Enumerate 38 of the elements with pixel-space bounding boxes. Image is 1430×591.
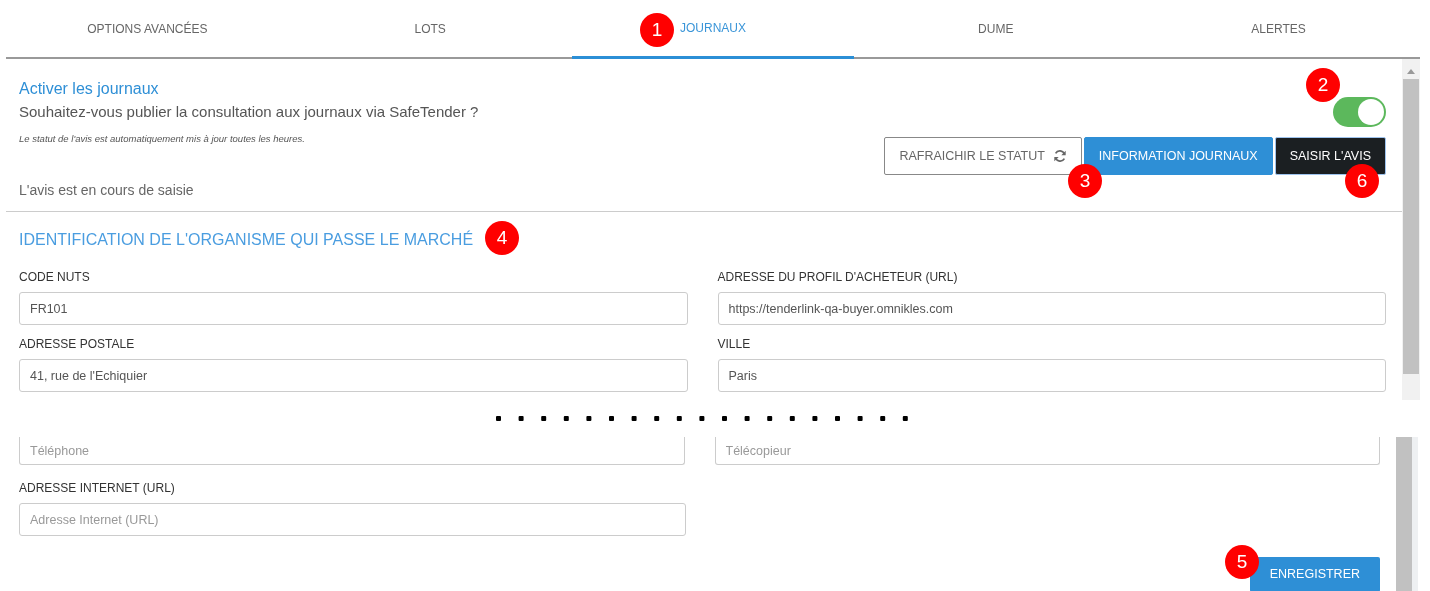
callout-badge: 5: [1225, 545, 1259, 579]
refresh-button[interactable]: RAFRAICHIR LE STATUT: [884, 137, 1082, 175]
input-field[interactable]: Adresse Internet (URL): [19, 503, 686, 536]
field-label: VILLE: [717, 336, 752, 353]
section-heading: Activer les journaux: [19, 79, 160, 99]
field-label: ADRESSE POSTALE: [19, 336, 136, 353]
tab[interactable]: LOTS: [288, 0, 572, 59]
callout-badge: 6: [1345, 164, 1379, 198]
field-label: ADRESSE INTERNET (URL): [19, 480, 176, 497]
refresh-icon: [1052, 149, 1067, 163]
scroll-up-icon[interactable]: [1406, 67, 1416, 75]
note-text: Le statut de l'avis est automatiquement mis à jour toutes les heures.: [19, 131, 306, 146]
scrollbar[interactable]: [1396, 437, 1418, 591]
info-button[interactable]: INFORMATION JOURNAUX: [1083, 137, 1273, 175]
input-field[interactable]: Télécopieur: [714, 437, 1380, 465]
input-field[interactable]: FR101: [19, 292, 688, 325]
tab[interactable]: ALERTES: [1137, 0, 1420, 59]
status-text: L'avis est en cours de saisie: [19, 180, 195, 200]
callout-badge: 4: [485, 221, 519, 255]
callout-badge: 3: [1068, 164, 1102, 198]
field-label: ADRESSE DU PROFIL D'ACHETEUR (URL): [717, 269, 959, 286]
callout-badge: 1: [640, 13, 674, 47]
enter-notice-button[interactable]: SAISIR L'AVIS: [1274, 137, 1386, 175]
tab[interactable]: DUME: [854, 0, 1138, 59]
input-field[interactable]: https://tenderlink-qa-buyer.omnikles.com: [717, 292, 1386, 325]
input-field[interactable]: 41, rue de l'Echiquier: [19, 359, 688, 392]
scroll-thumb[interactable]: [1396, 437, 1412, 591]
section-heading: IDENTIFICATION DE L'ORGANISME QUI PASSE LE MARCHÉ: [19, 229, 474, 250]
input-field[interactable]: Paris: [717, 359, 1386, 392]
scroll-thumb[interactable]: [1403, 79, 1419, 374]
question-text: Souhaitez-vous publier la consultation aux journaux via SafeTender ?: [19, 102, 479, 122]
toggle-switch[interactable]: [1333, 97, 1386, 127]
save-button[interactable]: ENREGISTRER: [1249, 557, 1380, 591]
tab[interactable]: OPTIONS AVANCÉES: [6, 0, 289, 59]
scrollbar[interactable]: [1402, 59, 1420, 400]
callout-badge: 2: [1306, 68, 1340, 102]
field-label: CODE NUTS: [19, 269, 91, 286]
input-field[interactable]: Téléphone: [19, 437, 685, 465]
